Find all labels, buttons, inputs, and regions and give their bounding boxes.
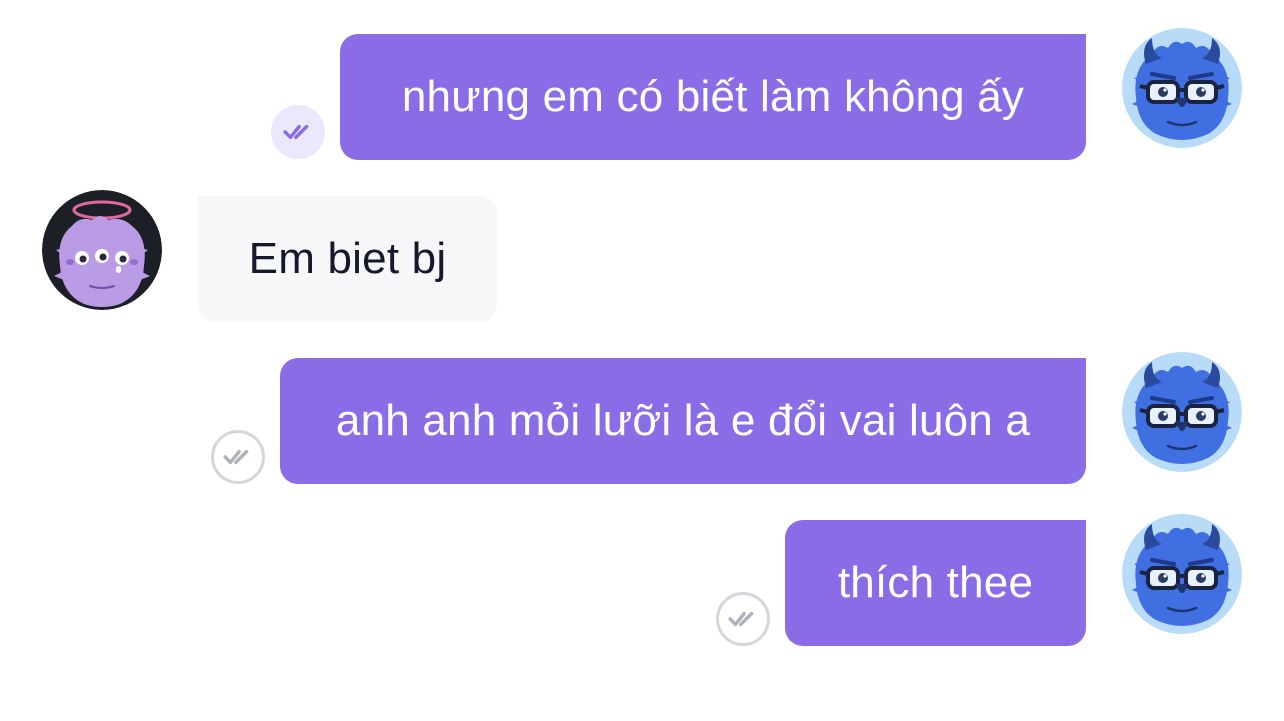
delivered-receipt-icon <box>211 430 265 484</box>
blue-monster-with-glasses-avatar[interactable] <box>1122 28 1242 148</box>
message-text: Em biet bj <box>248 234 447 283</box>
read-receipt-icon <box>271 105 325 159</box>
outgoing-message-bubble[interactable]: thích thee <box>785 520 1086 646</box>
delivered-receipt-icon <box>716 592 770 646</box>
outgoing-message-bubble[interactable]: nhưng em có biết làm không ấy <box>340 34 1086 160</box>
message-text: thích thee <box>837 558 1034 607</box>
incoming-message-bubble[interactable]: Em biet bj <box>198 196 497 322</box>
purple-three-eyed-monster-with-halo-avatar[interactable] <box>42 190 162 310</box>
message-text: anh anh mỏi lưỡi là e đổi vai luôn a <box>335 396 1031 445</box>
blue-monster-with-glasses-avatar[interactable] <box>1122 352 1242 472</box>
chat-thread: nhưng em có biết làm không ấy Em biet bj… <box>0 0 1284 721</box>
blue-monster-with-glasses-avatar[interactable] <box>1122 514 1242 634</box>
message-text: nhưng em có biết làm không ấy <box>401 72 1025 121</box>
outgoing-message-bubble[interactable]: anh anh mỏi lưỡi là e đổi vai luôn a <box>280 358 1086 484</box>
